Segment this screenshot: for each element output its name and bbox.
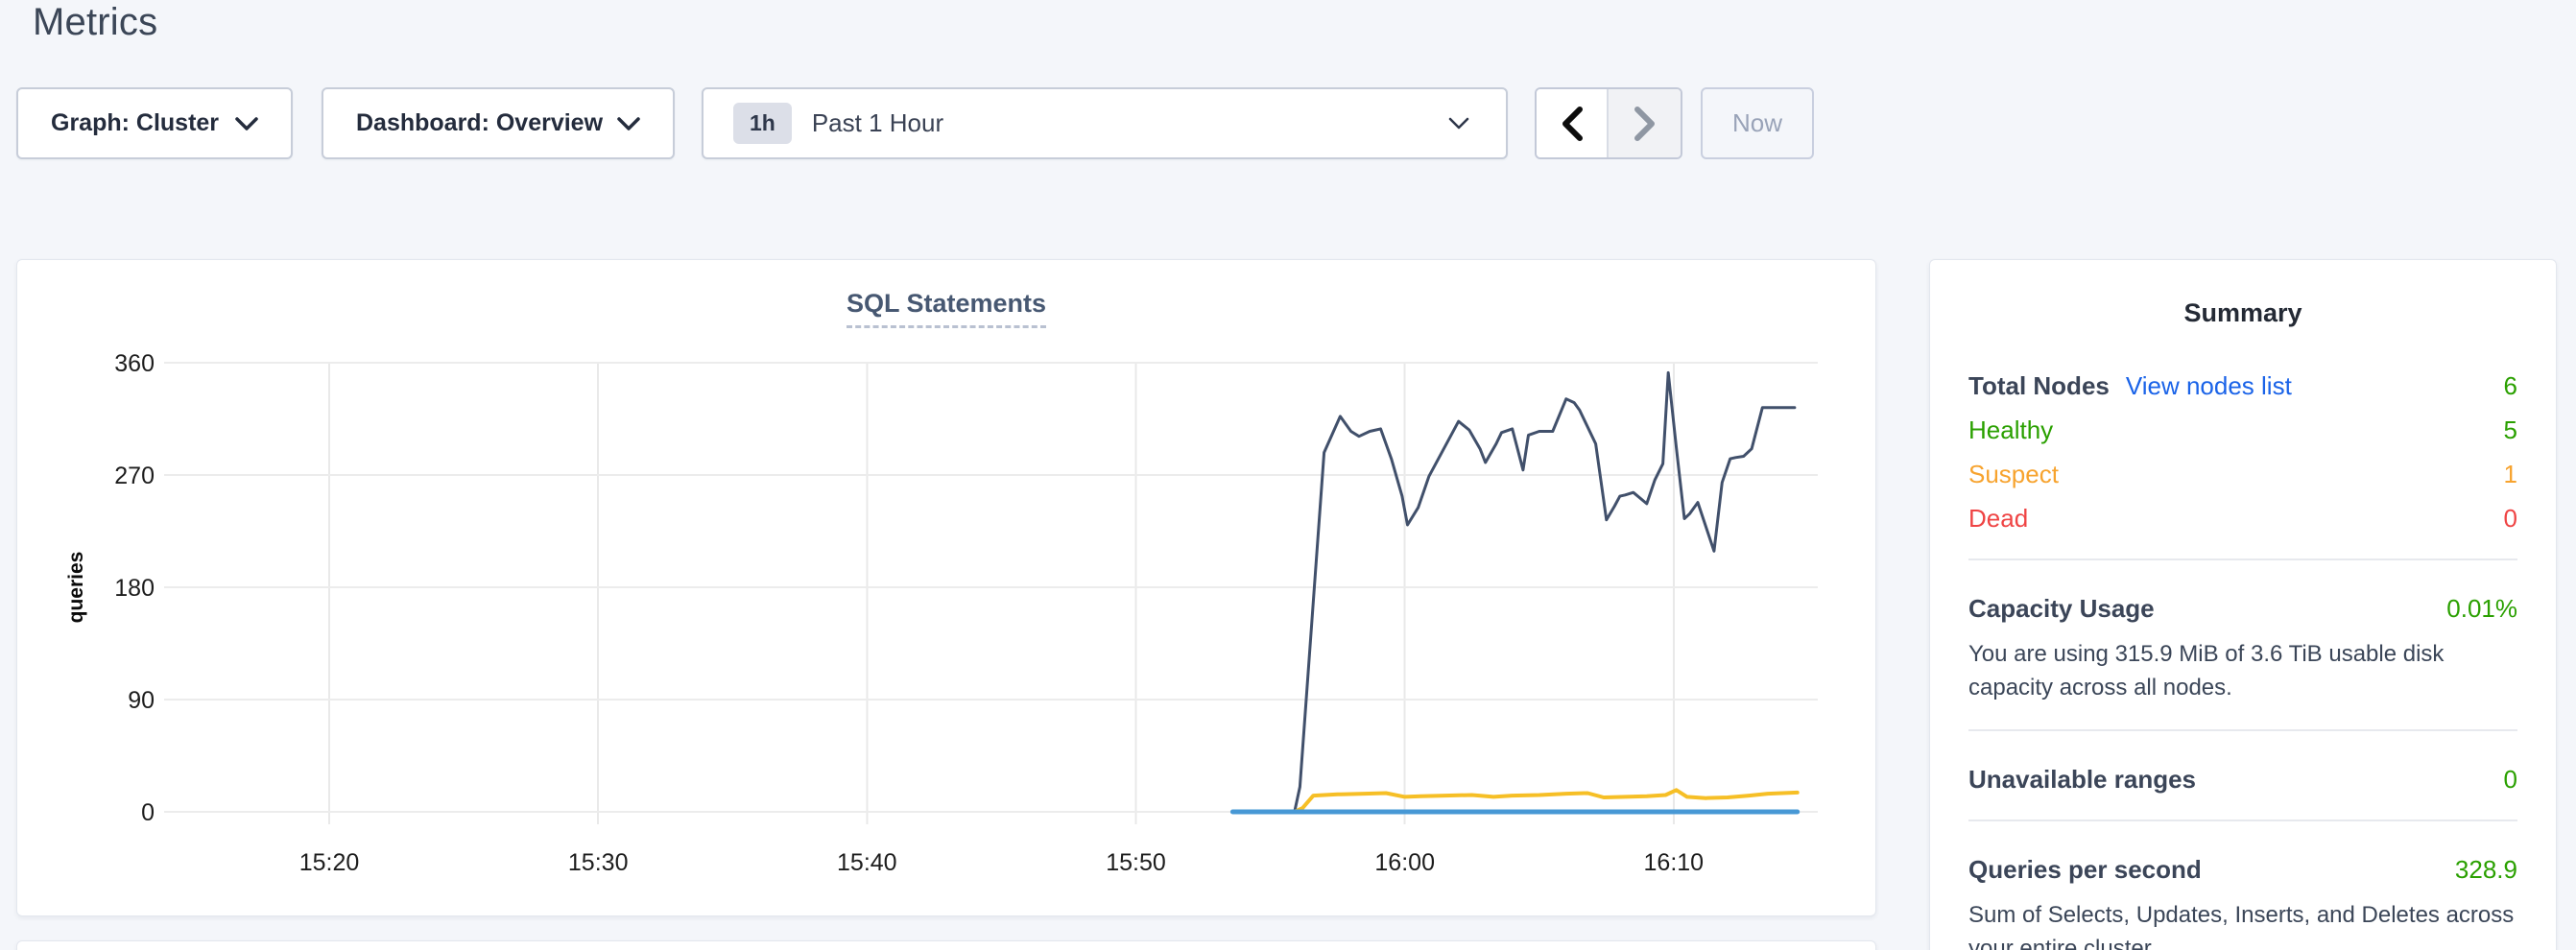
unavailable-ranges-value: 0 [2504,764,2517,795]
x-tick-label: 16:10 [1644,849,1705,876]
time-range-dropdown[interactable]: 1h Past 1 Hour [702,87,1508,159]
x-tick-label: 15:40 [837,849,897,876]
graph-dropdown[interactable]: Graph: Cluster [16,87,293,159]
total-nodes-value: 6 [2504,370,2517,401]
healthy-value: 5 [2504,415,2517,445]
y-tick-label: 360 [114,350,155,377]
capacity-usage-value: 0.01% [2446,593,2517,624]
dashboard-dropdown-label: Dashboard: Overview [356,109,603,137]
y-tick-label: 0 [141,799,155,826]
y-tick-label: 270 [114,463,155,489]
healthy-label: Healthy [1968,415,2053,445]
summary-panel: Summary Total Nodes View nodes list 6 He… [1929,259,2557,950]
dead-nodes-row: Dead 0 [1968,503,2517,534]
y-axis-label: queries [65,552,87,624]
next-time-button[interactable] [1609,89,1681,157]
healthy-nodes-row: Healthy 5 [1968,415,2517,445]
chevron-down-icon [235,117,258,131]
queries-per-second-value: 328.9 [2455,854,2517,885]
y-tick-label: 180 [114,575,155,602]
total-nodes-label: Total Nodes [1968,370,2110,401]
capacity-usage-label: Capacity Usage [1968,593,2155,624]
x-tick-label: 16:00 [1374,849,1435,876]
suspect-value: 1 [2504,459,2517,489]
x-tick-label: 15:50 [1106,849,1166,876]
sql-statements-chart[interactable]: 15:20 15:30 15:40 15:50 16:00 16:10 0 90 180 270 3… [17,260,1877,917]
time-range-value: Past 1 Hour [812,108,1448,138]
queries-per-second-description: Sum of Selects, Updates, Inserts, and De… [1968,898,2517,950]
suspect-label: Suspect [1968,459,2059,489]
total-nodes-row: Total Nodes View nodes list 6 [1968,370,2517,401]
divider [1968,558,2517,560]
unavailable-ranges-label: Unavailable ranges [1968,764,2196,795]
series-yellow-line [1295,790,1798,812]
y-tick-label: 90 [128,687,155,714]
graph-dropdown-label: Graph: Cluster [51,109,219,137]
next-chart-card [16,940,1876,950]
chevron-down-icon [617,117,640,131]
chevron-left-icon [1562,107,1583,141]
summary-title: Summary [1968,298,2517,328]
series-navy-line [1295,372,1795,812]
capacity-usage-description: You are using 315.9 MiB of 3.6 TiB usabl… [1968,637,2517,704]
x-tick-label: 15:30 [568,849,629,876]
x-tick-label: 15:20 [299,849,360,876]
metrics-page: Metrics Graph: Cluster Dashboard: Overvi… [0,0,2576,950]
capacity-usage-row: Capacity Usage 0.01% [1968,593,2517,624]
chevron-right-icon [1634,107,1656,141]
queries-per-second-row: Queries per second 328.9 [1968,854,2517,885]
page-title: Metrics [33,1,157,44]
dead-label: Dead [1968,503,2028,534]
suspect-nodes-row: Suspect 1 [1968,459,2517,489]
now-button[interactable]: Now [1701,87,1814,159]
queries-per-second-label: Queries per second [1968,854,2202,885]
time-range-badge: 1h [733,103,792,144]
dashboard-dropdown[interactable]: Dashboard: Overview [322,87,675,159]
time-window-nav [1535,87,1682,159]
prev-time-button[interactable] [1537,89,1609,157]
divider [1968,729,2517,731]
dead-value: 0 [2504,503,2517,534]
unavailable-ranges-row: Unavailable ranges 0 [1968,764,2517,795]
divider [1968,819,2517,821]
sql-statements-chart-card: SQL Statements 15:2015:3015:4015:5016:00… [16,259,1876,916]
view-nodes-list-link[interactable]: View nodes list [2126,370,2292,401]
chevron-down-icon [1448,117,1469,130]
